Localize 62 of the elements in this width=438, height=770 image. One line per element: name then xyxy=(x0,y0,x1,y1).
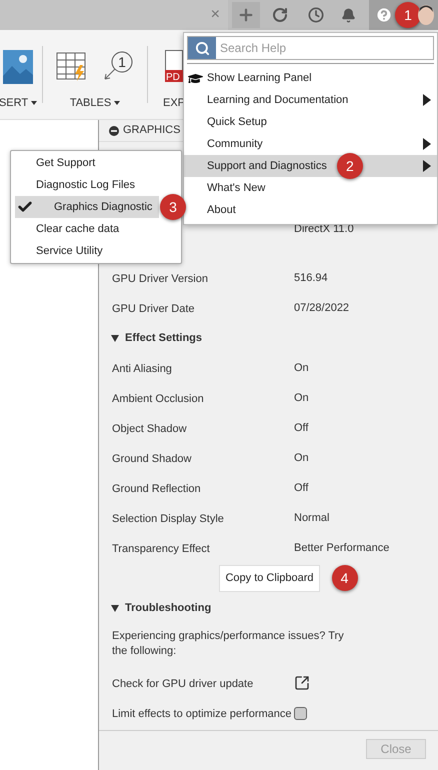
submenu-item[interactable]: Graphics Diagnostic xyxy=(15,196,159,218)
copy-button[interactable]: Copy to Clipboard xyxy=(219,564,320,592)
submenu-item[interactable]: Service Utility xyxy=(15,240,159,262)
section-toggle[interactable]: Troubleshooting xyxy=(111,600,212,616)
field-value: Off xyxy=(294,420,308,436)
field-label: GPU Driver Date xyxy=(112,303,195,315)
ribbon-group-button[interactable]: TABLES xyxy=(70,94,120,111)
submenu-item[interactable]: Get Support xyxy=(15,152,159,174)
field-label: GPU Driver Version xyxy=(112,273,208,285)
field-label: Object Shadow xyxy=(112,423,187,435)
collapse-icon[interactable] xyxy=(109,126,119,136)
triangle-down-icon xyxy=(111,334,119,342)
section-toggle[interactable]: Effect Settings xyxy=(111,330,202,346)
field-label: Transparency Effect xyxy=(112,543,210,555)
field-value: 516.94 xyxy=(294,270,328,286)
field-value: Better Performance xyxy=(294,540,390,556)
field-label: Selection Display Style xyxy=(112,513,224,525)
pdf-icon: PD xyxy=(165,50,183,82)
help-paragraph: Experiencing graphics/performance issues? Try the following: xyxy=(112,629,345,659)
triangle-down-icon xyxy=(111,604,119,612)
image-icon xyxy=(3,50,33,84)
caret-icon xyxy=(114,100,120,105)
clock-icon[interactable] xyxy=(308,7,324,23)
help-icon[interactable] xyxy=(375,6,393,24)
triangle-right-icon xyxy=(423,94,431,106)
row-label: Limit effects to optimize performance xyxy=(112,708,292,720)
triangle-right-icon xyxy=(423,138,431,150)
callout-badge: 2 xyxy=(336,153,363,179)
submenu-item[interactable]: Clear cache data xyxy=(15,218,159,240)
field-value: 07/28/2022 xyxy=(294,300,350,316)
callout-badge: 3 xyxy=(160,194,186,220)
menu-item[interactable]: Support and Diagnostics 2 xyxy=(184,155,437,177)
avatar-icon[interactable] xyxy=(417,4,435,26)
field-label: Ground Shadow xyxy=(112,453,192,465)
menu-item[interactable]: Quick Setup xyxy=(184,111,437,133)
callout-badge: 4 xyxy=(332,565,358,591)
new-tab-button[interactable] xyxy=(232,2,260,28)
menu-item[interactable]: About xyxy=(184,199,437,221)
field-value: On xyxy=(294,450,309,466)
triangle-right-icon xyxy=(423,160,431,172)
caret-icon xyxy=(31,100,38,105)
menu-item[interactable]: Community xyxy=(184,133,437,155)
circular-arrow-icon[interactable] xyxy=(272,7,288,23)
field-value: Normal xyxy=(294,510,330,526)
callout-badge: 1 xyxy=(395,2,421,28)
field-value: On xyxy=(294,360,309,376)
menu-item[interactable]: Show Learning Panel xyxy=(184,67,437,89)
row-label: Check for GPU driver update xyxy=(112,678,254,690)
menu-item[interactable]: Learning and Documentation xyxy=(184,89,437,111)
submenu-item[interactable]: Diagnostic Log Files xyxy=(15,174,159,196)
external-link-icon[interactable] xyxy=(294,675,310,691)
plus-icon xyxy=(237,6,255,24)
bell-icon[interactable] xyxy=(341,8,356,22)
menu-item[interactable]: What's New xyxy=(184,177,437,199)
field-label: Ground Reflection xyxy=(112,483,201,495)
field-label: Ambient Occlusion xyxy=(112,393,204,405)
field-value: On xyxy=(294,390,309,406)
field-label: Anti Aliasing xyxy=(112,363,172,375)
checkbox[interactable] xyxy=(294,706,307,720)
field-value: Off xyxy=(294,480,308,496)
table-icon xyxy=(56,52,88,82)
panel-title: GRAPHICS xyxy=(123,123,180,138)
